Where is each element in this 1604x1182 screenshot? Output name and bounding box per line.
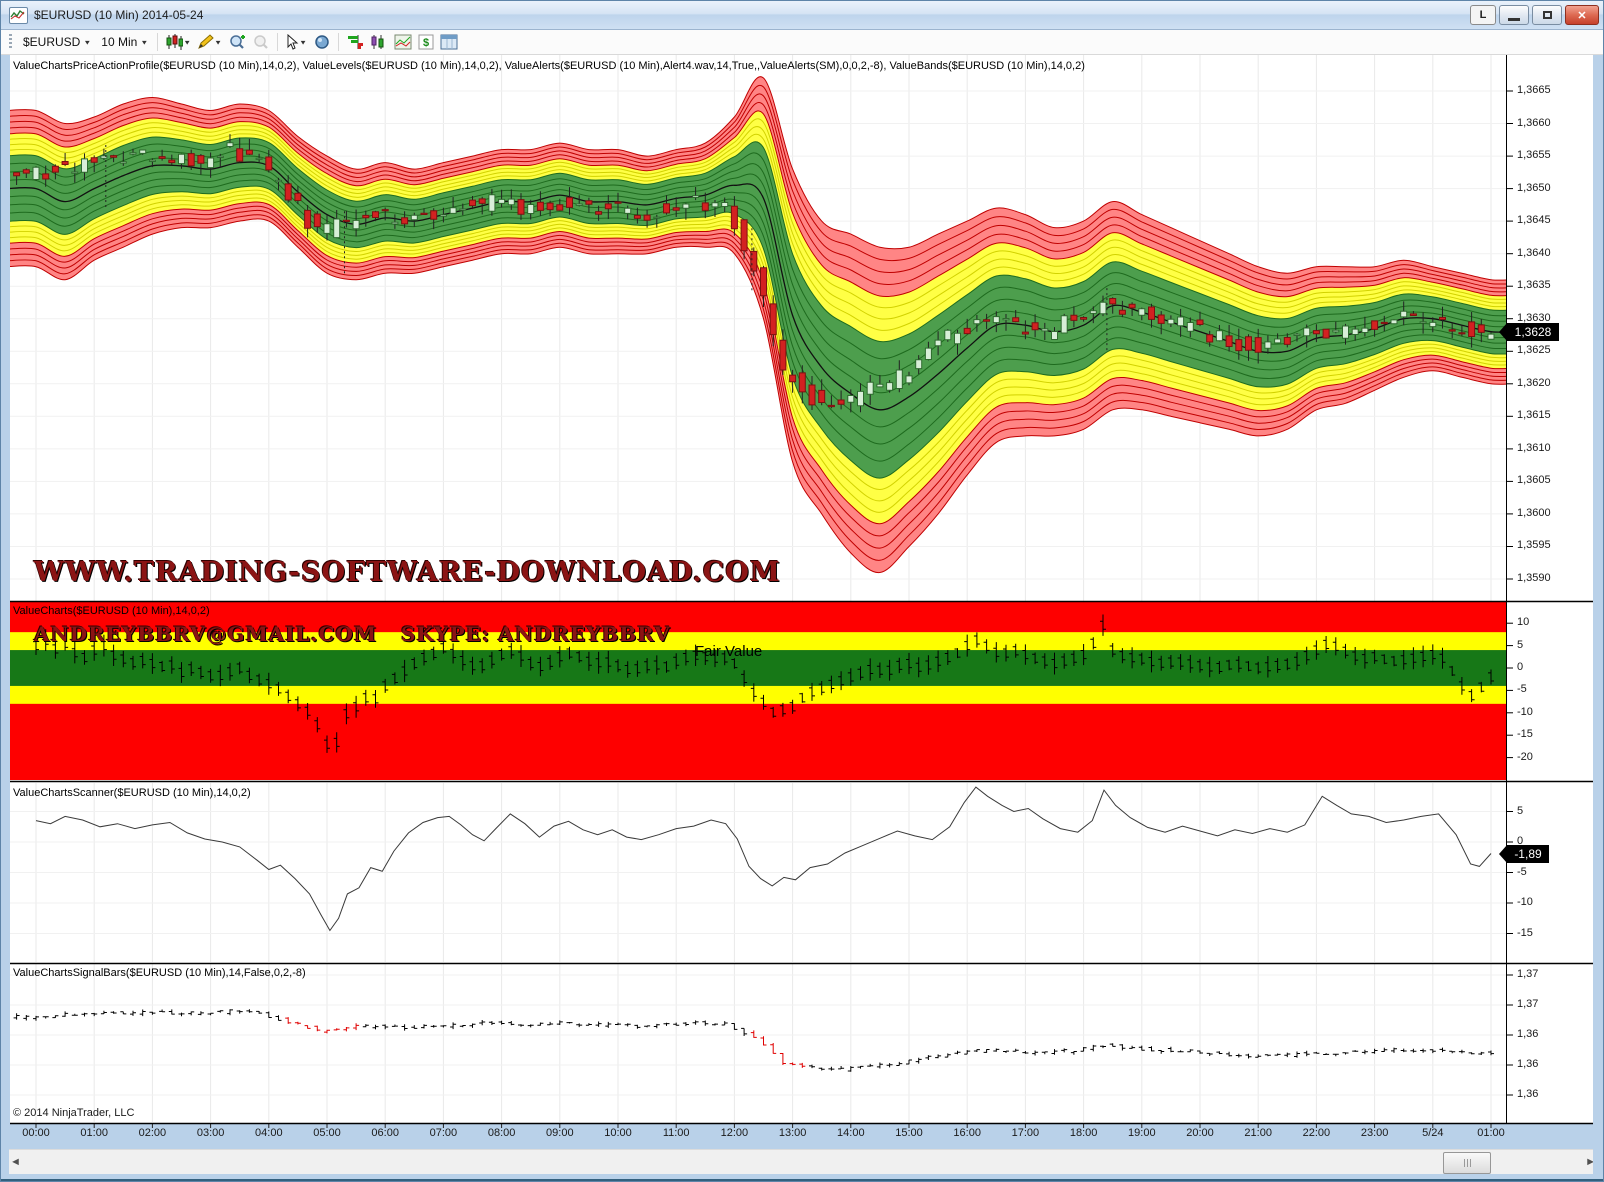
chart-canvas[interactable]: 1,3628 -1,89 (1, 1, 1604, 1182)
chart-window: $EURUSD (10 Min) 2014-05-24 L ✕ $EURUSD▼… (0, 0, 1604, 1182)
window-frame-right (1593, 55, 1603, 1174)
svg-text:-1,89: -1,89 (1514, 847, 1542, 861)
window-frame-left (1, 55, 9, 1174)
svg-text:1,3628: 1,3628 (1515, 325, 1552, 339)
